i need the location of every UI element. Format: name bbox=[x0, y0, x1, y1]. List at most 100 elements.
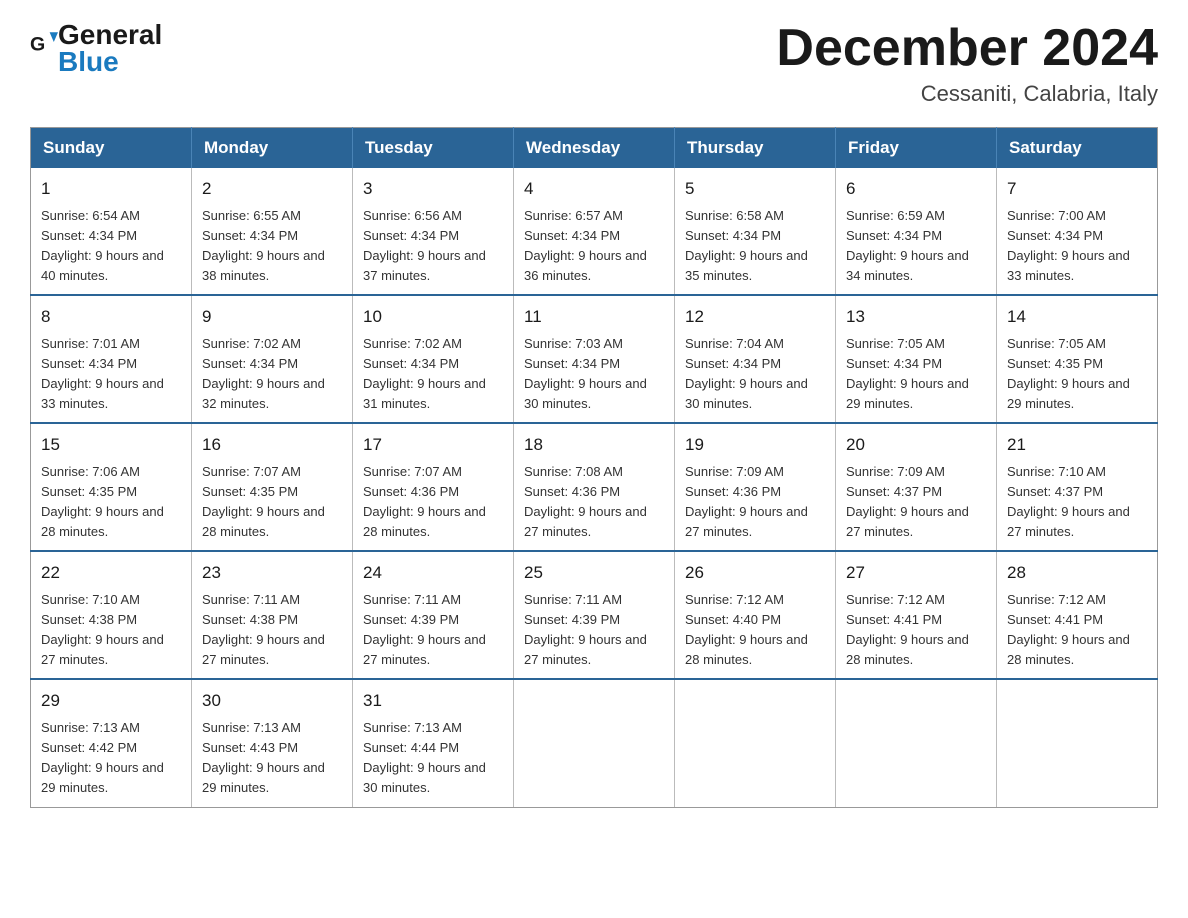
day-info: Sunrise: 7:11 AMSunset: 4:38 PMDaylight:… bbox=[202, 590, 342, 671]
day-number: 6 bbox=[846, 176, 986, 202]
day-number: 12 bbox=[685, 304, 825, 330]
day-info: Sunrise: 7:05 AMSunset: 4:35 PMDaylight:… bbox=[1007, 334, 1147, 415]
calendar-table: SundayMondayTuesdayWednesdayThursdayFrid… bbox=[30, 127, 1158, 807]
day-info: Sunrise: 7:10 AMSunset: 4:37 PMDaylight:… bbox=[1007, 462, 1147, 543]
month-title: December 2024 bbox=[776, 20, 1158, 77]
day-info: Sunrise: 7:04 AMSunset: 4:34 PMDaylight:… bbox=[685, 334, 825, 415]
day-number: 8 bbox=[41, 304, 181, 330]
day-number: 17 bbox=[363, 432, 503, 458]
day-number: 20 bbox=[846, 432, 986, 458]
calendar-cell bbox=[836, 679, 997, 807]
day-number: 5 bbox=[685, 176, 825, 202]
calendar-cell: 29Sunrise: 7:13 AMSunset: 4:42 PMDayligh… bbox=[31, 679, 192, 807]
day-info: Sunrise: 6:56 AMSunset: 4:34 PMDaylight:… bbox=[363, 206, 503, 287]
day-number: 28 bbox=[1007, 560, 1147, 586]
logo-icon: G bbox=[30, 27, 58, 71]
calendar-cell: 2 Sunrise: 6:55 AMSunset: 4:34 PMDaylight… bbox=[192, 168, 353, 295]
day-number: 14 bbox=[1007, 304, 1147, 330]
day-info: Sunrise: 6:58 AMSunset: 4:34 PMDaylight:… bbox=[685, 206, 825, 287]
calendar-cell: 20 Sunrise: 7:09 AMSunset: 4:37 PMDayligh… bbox=[836, 423, 997, 551]
day-info: Sunrise: 7:12 AMSunset: 4:41 PMDaylight:… bbox=[1007, 590, 1147, 671]
day-info: Sunrise: 7:13 AMSunset: 4:43 PMDaylight:… bbox=[202, 718, 342, 799]
day-info: Sunrise: 7:09 AMSunset: 4:37 PMDaylight:… bbox=[846, 462, 986, 543]
day-number: 23 bbox=[202, 560, 342, 586]
calendar-cell: 11Sunrise: 7:03 AMSunset: 4:34 PMDayligh… bbox=[514, 295, 675, 423]
day-info: Sunrise: 6:59 AMSunset: 4:34 PMDaylight:… bbox=[846, 206, 986, 287]
day-number: 9 bbox=[202, 304, 342, 330]
day-number: 22 bbox=[41, 560, 181, 586]
day-number: 4 bbox=[524, 176, 664, 202]
day-info: Sunrise: 7:11 AMSunset: 4:39 PMDaylight:… bbox=[524, 590, 664, 671]
calendar-cell: 7 Sunrise: 7:00 AMSunset: 4:34 PMDaylight… bbox=[997, 168, 1158, 295]
calendar-cell: 18 Sunrise: 7:08 AMSunset: 4:36 PMDayligh… bbox=[514, 423, 675, 551]
calendar-week-row: 8 Sunrise: 7:01 AMSunset: 4:34 PMDaylight… bbox=[31, 295, 1158, 423]
calendar-cell: 16 Sunrise: 7:07 AMSunset: 4:35 PMDayligh… bbox=[192, 423, 353, 551]
calendar-header-row: SundayMondayTuesdayWednesdayThursdayFrid… bbox=[31, 128, 1158, 169]
page-header: G General Blue December 2024 Cessaniti, … bbox=[30, 20, 1158, 107]
day-info: Sunrise: 7:02 AMSunset: 4:34 PMDaylight:… bbox=[202, 334, 342, 415]
calendar-cell: 1Sunrise: 6:54 AMSunset: 4:34 PMDaylight… bbox=[31, 168, 192, 295]
day-info: Sunrise: 7:12 AMSunset: 4:40 PMDaylight:… bbox=[685, 590, 825, 671]
calendar-week-row: 15 Sunrise: 7:06 AMSunset: 4:35 PMDayligh… bbox=[31, 423, 1158, 551]
calendar-cell: 25 Sunrise: 7:11 AMSunset: 4:39 PMDayligh… bbox=[514, 551, 675, 679]
day-info: Sunrise: 6:55 AMSunset: 4:34 PMDaylight:… bbox=[202, 206, 342, 287]
calendar-week-row: 1Sunrise: 6:54 AMSunset: 4:34 PMDaylight… bbox=[31, 168, 1158, 295]
day-number: 2 bbox=[202, 176, 342, 202]
calendar-cell: 17 Sunrise: 7:07 AMSunset: 4:36 PMDayligh… bbox=[353, 423, 514, 551]
calendar-cell: 31 Sunrise: 7:13 AMSunset: 4:44 PMDayligh… bbox=[353, 679, 514, 807]
day-number: 16 bbox=[202, 432, 342, 458]
calendar-cell: 10 Sunrise: 7:02 AMSunset: 4:34 PMDayligh… bbox=[353, 295, 514, 423]
calendar-cell bbox=[997, 679, 1158, 807]
logo: G General Blue bbox=[30, 20, 162, 78]
location-subtitle: Cessaniti, Calabria, Italy bbox=[776, 81, 1158, 107]
day-number: 31 bbox=[363, 688, 503, 714]
day-info: Sunrise: 7:08 AMSunset: 4:36 PMDaylight:… bbox=[524, 462, 664, 543]
day-number: 15 bbox=[41, 432, 181, 458]
col-header-friday: Friday bbox=[836, 128, 997, 169]
calendar-cell: 23 Sunrise: 7:11 AMSunset: 4:38 PMDayligh… bbox=[192, 551, 353, 679]
calendar-cell: 27Sunrise: 7:12 AMSunset: 4:41 PMDayligh… bbox=[836, 551, 997, 679]
day-info: Sunrise: 7:06 AMSunset: 4:35 PMDaylight:… bbox=[41, 462, 181, 543]
calendar-cell: 14 Sunrise: 7:05 AMSunset: 4:35 PMDayligh… bbox=[997, 295, 1158, 423]
day-number: 1 bbox=[41, 176, 181, 202]
day-number: 30 bbox=[202, 688, 342, 714]
day-number: 7 bbox=[1007, 176, 1147, 202]
col-header-sunday: Sunday bbox=[31, 128, 192, 169]
calendar-cell: 24 Sunrise: 7:11 AMSunset: 4:39 PMDayligh… bbox=[353, 551, 514, 679]
day-info: Sunrise: 7:01 AMSunset: 4:34 PMDaylight:… bbox=[41, 334, 181, 415]
calendar-cell: 5 Sunrise: 6:58 AMSunset: 4:34 PMDaylight… bbox=[675, 168, 836, 295]
calendar-cell: 6 Sunrise: 6:59 AMSunset: 4:34 PMDaylight… bbox=[836, 168, 997, 295]
calendar-cell: 28 Sunrise: 7:12 AMSunset: 4:41 PMDayligh… bbox=[997, 551, 1158, 679]
day-number: 24 bbox=[363, 560, 503, 586]
logo-blue-text: Blue bbox=[58, 47, 162, 78]
calendar-cell: 3Sunrise: 6:56 AMSunset: 4:34 PMDaylight… bbox=[353, 168, 514, 295]
calendar-cell bbox=[514, 679, 675, 807]
calendar-cell: 30 Sunrise: 7:13 AMSunset: 4:43 PMDayligh… bbox=[192, 679, 353, 807]
day-number: 11 bbox=[524, 304, 664, 330]
day-number: 13 bbox=[846, 304, 986, 330]
day-number: 21 bbox=[1007, 432, 1147, 458]
calendar-cell bbox=[675, 679, 836, 807]
calendar-cell: 9 Sunrise: 7:02 AMSunset: 4:34 PMDaylight… bbox=[192, 295, 353, 423]
day-info: Sunrise: 7:10 AMSunset: 4:38 PMDaylight:… bbox=[41, 590, 181, 671]
day-number: 18 bbox=[524, 432, 664, 458]
title-area: December 2024 Cessaniti, Calabria, Italy bbox=[776, 20, 1158, 107]
day-info: Sunrise: 7:00 AMSunset: 4:34 PMDaylight:… bbox=[1007, 206, 1147, 287]
day-info: Sunrise: 7:07 AMSunset: 4:35 PMDaylight:… bbox=[202, 462, 342, 543]
day-info: Sunrise: 7:12 AMSunset: 4:41 PMDaylight:… bbox=[846, 590, 986, 671]
day-info: Sunrise: 7:02 AMSunset: 4:34 PMDaylight:… bbox=[363, 334, 503, 415]
day-info: Sunrise: 7:13 AMSunset: 4:42 PMDaylight:… bbox=[41, 718, 181, 799]
day-number: 10 bbox=[363, 304, 503, 330]
col-header-tuesday: Tuesday bbox=[353, 128, 514, 169]
svg-text:G: G bbox=[30, 33, 45, 55]
day-info: Sunrise: 7:11 AMSunset: 4:39 PMDaylight:… bbox=[363, 590, 503, 671]
day-number: 26 bbox=[685, 560, 825, 586]
day-info: Sunrise: 7:05 AMSunset: 4:34 PMDaylight:… bbox=[846, 334, 986, 415]
col-header-saturday: Saturday bbox=[997, 128, 1158, 169]
day-info: Sunrise: 7:13 AMSunset: 4:44 PMDaylight:… bbox=[363, 718, 503, 799]
day-info: Sunrise: 7:07 AMSunset: 4:36 PMDaylight:… bbox=[363, 462, 503, 543]
day-number: 25 bbox=[524, 560, 664, 586]
calendar-cell: 22 Sunrise: 7:10 AMSunset: 4:38 PMDayligh… bbox=[31, 551, 192, 679]
calendar-week-row: 29Sunrise: 7:13 AMSunset: 4:42 PMDayligh… bbox=[31, 679, 1158, 807]
day-info: Sunrise: 6:57 AMSunset: 4:34 PMDaylight:… bbox=[524, 206, 664, 287]
